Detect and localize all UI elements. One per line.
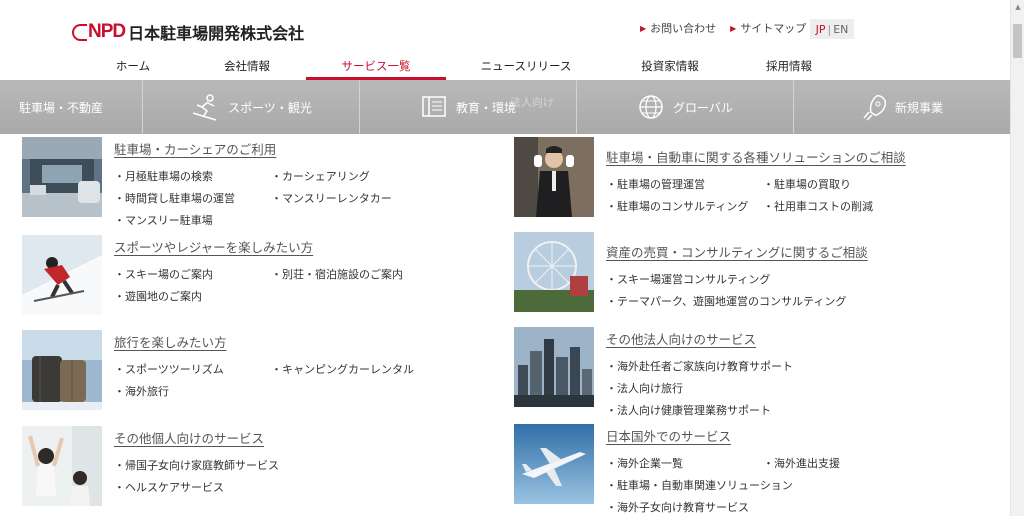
- service-link[interactable]: マンスリー駐車場: [114, 212, 271, 228]
- city-skyline-photo[interactable]: [514, 327, 594, 407]
- service-link[interactable]: スキー場のご案内: [114, 266, 271, 282]
- service-link[interactable]: 駐車場のコンサルティング: [606, 198, 763, 214]
- category-sports-tourism[interactable]: スポーツ・観光: [143, 80, 360, 134]
- main-nav: ホーム 会社情報 サービス一覧 ニュースリリース 投資家情報 採用情報: [78, 56, 938, 80]
- language-switch: JP | EN: [810, 19, 854, 39]
- skier-photo[interactable]: [22, 235, 102, 315]
- vertical-scrollbar[interactable]: ▲: [1010, 0, 1024, 516]
- category-label: 駐車場・不動産: [18, 100, 103, 115]
- service-card-other-personal: その他個人向けのサービス 帰国子女向け家庭教師サービス ヘルスケアサービス: [22, 426, 279, 506]
- service-card-title[interactable]: 日本国外でのサービス: [606, 426, 840, 445]
- service-link[interactable]: 海外子女向け教育サービス: [606, 499, 840, 515]
- service-link[interactable]: 法人向け健康管理業務サポート: [606, 402, 793, 418]
- lang-en[interactable]: EN: [833, 23, 848, 36]
- service-card-title[interactable]: その他法人向けのサービス: [606, 329, 793, 348]
- utility-links: ▶ お問い合わせ ▶ サイトマップ: [640, 20, 820, 36]
- scroll-thumb[interactable]: [1013, 24, 1022, 58]
- service-link[interactable]: 社用車コストの削減: [763, 198, 906, 214]
- triangle-right-icon: ▶: [730, 23, 737, 33]
- service-link[interactable]: 別荘・宿泊施設のご案内: [271, 266, 403, 282]
- sitemap-link[interactable]: ▶ サイトマップ: [730, 20, 806, 36]
- lang-jp[interactable]: JP: [816, 23, 826, 36]
- category-new-business[interactable]: 新規事業: [794, 80, 1010, 134]
- service-category-bar: 駐車場・不動産 スポーツ・観光 法人向け 教育・環境 グローバル 新規事業: [0, 80, 1010, 134]
- service-list: 駐車場・カーシェアのご利用 月極駐車場の検索 カーシェアリング 時間貸し駐車場の…: [0, 134, 1010, 516]
- service-link[interactable]: カーシェアリング: [271, 168, 392, 184]
- nav-company[interactable]: 会社情報: [188, 56, 306, 80]
- logo-text: 日本駐車場開発株式会社: [128, 24, 305, 43]
- service-link[interactable]: スキー場運営コンサルティング: [606, 271, 868, 287]
- airplane-photo[interactable]: [514, 424, 594, 504]
- service-card-title[interactable]: その他個人向けのサービス: [114, 428, 279, 447]
- service-link[interactable]: ヘルスケアサービス: [114, 479, 279, 495]
- service-link[interactable]: 海外赴任者ご家族向け教育サポート: [606, 358, 793, 374]
- service-card-title[interactable]: 旅行を楽しみたい方: [114, 332, 414, 351]
- parking-garage-photo[interactable]: [22, 137, 102, 217]
- service-link[interactable]: 海外進出支援: [763, 455, 840, 471]
- service-link[interactable]: スポーツツーリズム: [114, 361, 271, 377]
- category-label: スポーツ・観光: [228, 100, 312, 115]
- service-card-sports-leisure: スポーツやレジャーを楽しみたい方 スキー場のご案内 別荘・宿泊施設のご案内 遊園…: [22, 235, 403, 315]
- service-card-title[interactable]: 駐車場・自動車に関する各種ソリューションのご相談: [606, 147, 906, 166]
- service-link[interactable]: 帰国子女向け家庭教師サービス: [114, 457, 279, 473]
- service-link[interactable]: 駐車場の買取り: [763, 176, 906, 192]
- category-label: グローバル: [673, 100, 733, 115]
- nav-recruit[interactable]: 採用情報: [734, 56, 844, 80]
- service-card-parking-solutions: 駐車場・自動車に関する各種ソリューションのご相談 駐車場の管理運営 駐車場の買取…: [514, 137, 906, 217]
- service-link[interactable]: 駐車場・自動車関連ソリューション: [606, 477, 840, 493]
- parking-attendant-photo[interactable]: [514, 137, 594, 217]
- service-card-travel: 旅行を楽しみたい方 スポーツツーリズム キャンピングカーレンタル 海外旅行: [22, 330, 414, 410]
- service-card-title[interactable]: 資産の売買・コンサルティングに関するご相談: [606, 242, 868, 261]
- site-header: NPD 日本駐車場開発株式会社 ▶ お問い合わせ ▶ サイトマップ JP | E…: [0, 0, 1008, 80]
- book-icon: [420, 94, 448, 120]
- service-link[interactable]: キャンピングカーレンタル: [271, 361, 414, 377]
- service-card-title[interactable]: 駐車場・カーシェアのご利用: [114, 139, 392, 158]
- globe-icon: [637, 93, 665, 121]
- scroll-up-arrow-icon[interactable]: ▲: [1011, 0, 1024, 14]
- service-link[interactable]: 海外旅行: [114, 383, 271, 399]
- service-link[interactable]: 駐車場の管理運営: [606, 176, 763, 192]
- service-link[interactable]: 法人向け旅行: [606, 380, 793, 396]
- category-education-environment[interactable]: 法人向け 教育・環境: [360, 80, 577, 134]
- service-card-asset-consulting: 資産の売買・コンサルティングに関するご相談 スキー場運営コンサルティング テーマ…: [514, 232, 868, 312]
- sitemap-link-label: サイトマップ: [740, 22, 807, 35]
- nav-home[interactable]: ホーム: [78, 56, 188, 80]
- contact-link[interactable]: ▶ お問い合わせ: [640, 20, 716, 36]
- nav-services[interactable]: サービス一覧: [306, 56, 446, 80]
- service-card-parking-carshare: 駐車場・カーシェアのご利用 月極駐車場の検索 カーシェアリング 時間貸し駐車場の…: [22, 137, 392, 228]
- nav-investors[interactable]: 投資家情報: [606, 56, 734, 80]
- company-logo[interactable]: NPD 日本駐車場開発株式会社: [72, 20, 304, 44]
- category-ghost-label: 法人向け: [510, 96, 554, 109]
- category-parking-realestate[interactable]: 駐車場・不動産: [0, 80, 143, 134]
- service-card-other-corporate: その他法人向けのサービス 海外赴任者ご家族向け教育サポート 法人向け旅行 法人向…: [514, 327, 793, 418]
- service-link[interactable]: 時間貸し駐車場の運営: [114, 190, 271, 206]
- category-label: 教育・環境: [455, 100, 516, 115]
- service-link[interactable]: テーマパーク、遊園地運営のコンサルティング: [606, 293, 868, 309]
- suitcases-photo[interactable]: [22, 330, 102, 410]
- stretching-women-photo[interactable]: [22, 426, 102, 506]
- service-link[interactable]: 遊園地のご案内: [114, 288, 271, 304]
- category-global[interactable]: グローバル: [577, 80, 794, 134]
- lang-separator: |: [827, 22, 832, 36]
- logo-mark: NPD: [72, 21, 126, 43]
- category-label: 新規事業: [894, 100, 943, 115]
- service-card-title[interactable]: スポーツやレジャーを楽しみたい方: [114, 237, 403, 256]
- service-link[interactable]: 海外企業一覧: [606, 455, 763, 471]
- ferris-wheel-photo[interactable]: [514, 232, 594, 312]
- triangle-right-icon: ▶: [640, 23, 647, 33]
- contact-link-label: お問い合わせ: [650, 22, 717, 35]
- service-link[interactable]: 月極駐車場の検索: [114, 168, 271, 184]
- service-link[interactable]: マンスリーレンタカー: [271, 190, 392, 206]
- nav-news[interactable]: ニュースリリース: [446, 56, 606, 80]
- rocket-icon: [861, 93, 887, 121]
- skier-icon: [190, 93, 220, 121]
- service-card-overseas: 日本国外でのサービス 海外企業一覧 海外進出支援 駐車場・自動車関連ソリューショ…: [514, 424, 840, 515]
